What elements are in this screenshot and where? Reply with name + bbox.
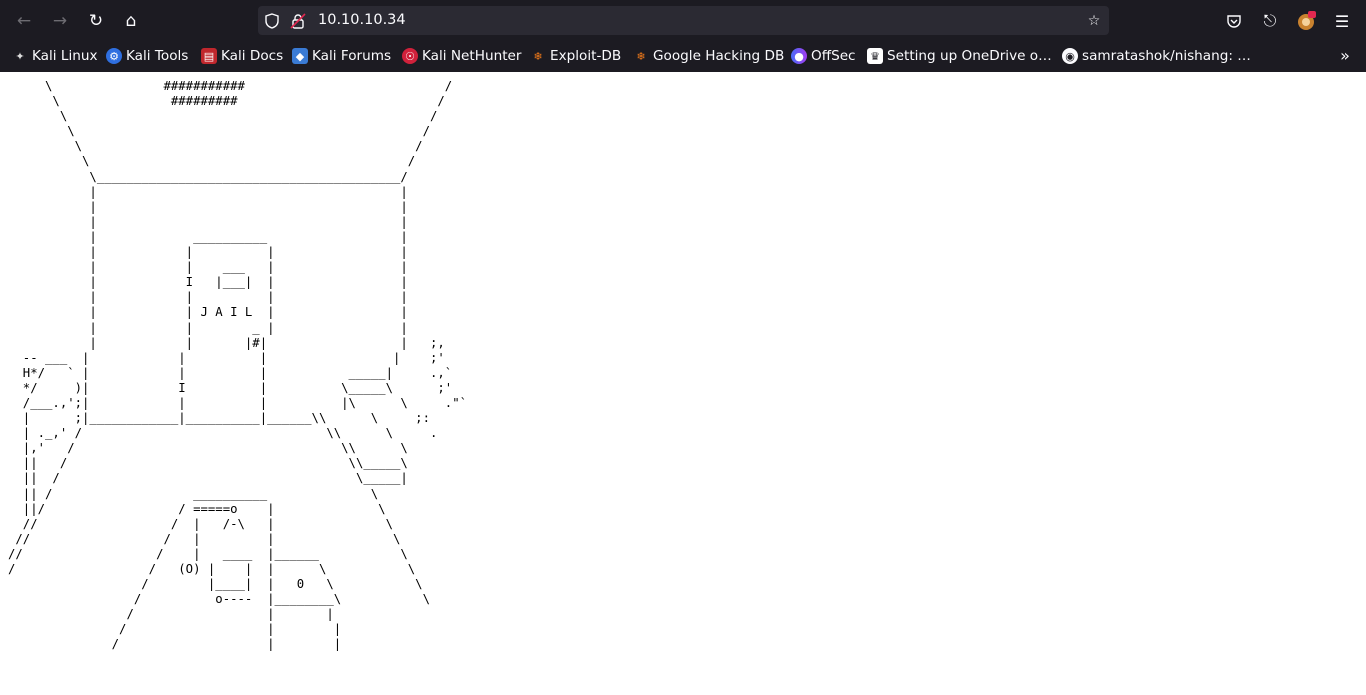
reload-icon[interactable]: ↻ (83, 8, 109, 34)
pocket-icon[interactable] (1221, 8, 1247, 34)
kali-tools-icon: ⚙ (106, 48, 122, 64)
url-bar[interactable]: 10.10.10.34 ☆ (258, 6, 1109, 35)
bookmark-kali-nethunter[interactable]: ☉ Kali NetHunter (402, 46, 521, 66)
onedrive-icon: ♛ (867, 48, 883, 64)
bookmark-offsec[interactable]: ● OffSec (791, 46, 856, 66)
extensions-icon[interactable]: ⎋ (1257, 8, 1283, 34)
bookmarks-toolbar: ✦ Kali Linux ⚙ Kali Tools ▤ Kali Docs ◆ … (0, 42, 1366, 70)
kali-forums-icon: ◆ (292, 48, 308, 64)
bookmark-exploit-db[interactable]: ❄ Exploit-DB (530, 46, 621, 66)
bookmark-kali-tools[interactable]: ⚙ Kali Tools (106, 46, 188, 66)
page-content: \ ########### / \ ######### / \ / \ / \ … (0, 72, 1366, 695)
url-text[interactable]: 10.10.10.34 (318, 12, 406, 28)
bookmark-kali-docs[interactable]: ▤ Kali Docs (201, 46, 283, 66)
exploitdb-icon: ❄ (533, 49, 543, 63)
back-icon[interactable]: ← (11, 8, 37, 34)
home-icon[interactable]: ⌂ (118, 8, 144, 34)
insecure-lock-icon[interactable] (288, 6, 308, 35)
menu-icon[interactable]: ☰ (1329, 8, 1355, 34)
github-icon: ◉ (1062, 48, 1078, 64)
kali-docs-icon: ▤ (201, 48, 217, 64)
bookmark-kali-forums[interactable]: ◆ Kali Forums (292, 46, 391, 66)
nethunter-icon: ☉ (402, 48, 418, 64)
account-icon[interactable] (1293, 8, 1319, 34)
bookmark-onedrive[interactable]: ♛ Setting up OneDrive o… (867, 46, 1052, 66)
jail-ascii-art: \ ########### / \ ######### / \ / \ / \ … (8, 79, 468, 652)
ghdb-icon: ❄ (636, 49, 646, 63)
bookmark-star-icon[interactable]: ☆ (1084, 6, 1104, 35)
shield-icon[interactable] (262, 6, 282, 35)
browser-chrome: ← → ↻ ⌂ 10.10.10.34 ☆ ⎋ ☰ ✦ Kali Linux ⚙… (0, 0, 1366, 72)
forward-icon[interactable]: → (47, 8, 73, 34)
offsec-icon: ● (791, 48, 807, 64)
bookmark-kali-linux[interactable]: ✦ Kali Linux (12, 46, 97, 66)
kali-dragon-icon: ✦ (15, 49, 25, 63)
bookmark-google-hacking-db[interactable]: ❄ Google Hacking DB (633, 46, 784, 66)
bookmark-nishang[interactable]: ◉ samratashok/nishang: … (1062, 46, 1251, 66)
more-bookmarks-icon[interactable]: » (1332, 42, 1358, 68)
